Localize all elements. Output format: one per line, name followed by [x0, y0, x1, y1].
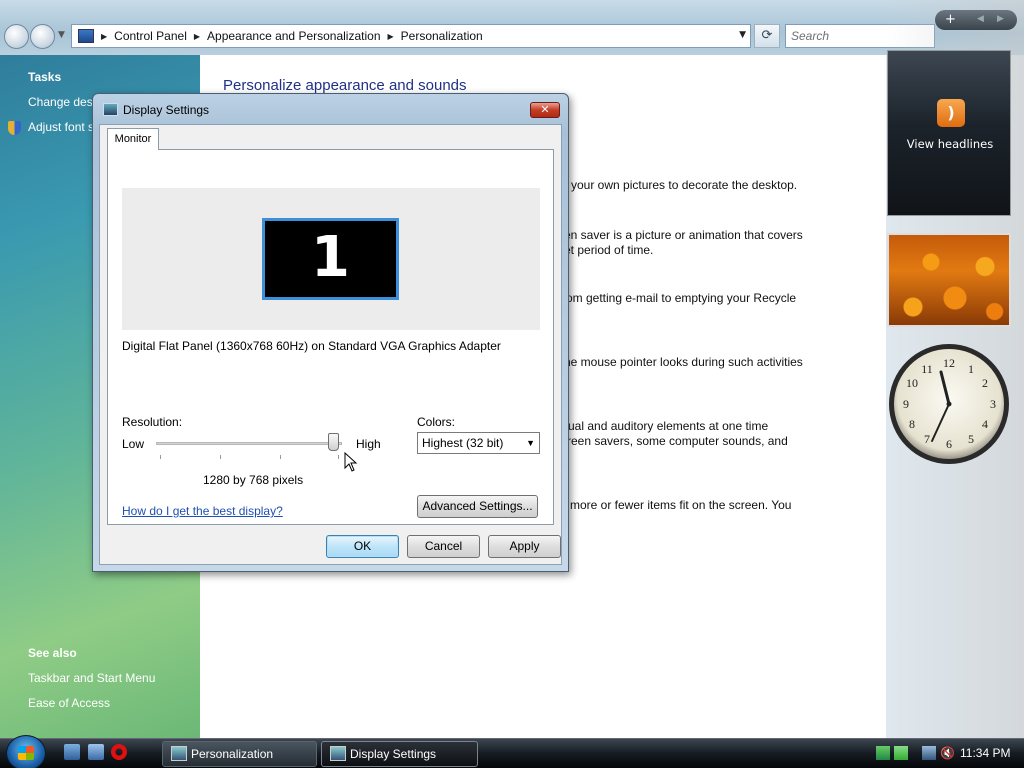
next-page-icon[interactable]: ▶	[997, 10, 1004, 29]
slider-tick	[280, 455, 281, 459]
resolution-label: Resolution:	[122, 415, 183, 429]
high-label: High	[356, 437, 381, 451]
uac-shield-icon	[8, 121, 21, 135]
dialog-body: Monitor 1 Digital Flat Panel (1360x768 6…	[99, 124, 562, 565]
svg-text:3: 3	[990, 397, 996, 411]
slider-tick	[160, 455, 161, 459]
resolution-value: 1280 by 768 pixels	[203, 473, 304, 487]
explorer-toolbar: ▼ ▶ Control Panel ▶ Appearance and Perso…	[0, 0, 1024, 55]
display-settings-dialog: Display Settings ✕ Monitor 1 Digital Fla…	[92, 93, 569, 572]
taskbar-button-label: Display Settings	[350, 747, 437, 761]
monitor-tab-panel: 1 Digital Flat Panel (1360x768 60Hz) on …	[107, 149, 554, 525]
link-ease-of-access[interactable]: Ease of Access	[28, 696, 110, 710]
add-gadget-button[interactable]: +	[945, 10, 956, 29]
windows-logo-icon	[18, 746, 34, 760]
display-settings-icon	[103, 103, 118, 116]
refresh-button[interactable]: ⟳	[754, 24, 780, 48]
control-panel-icon	[78, 29, 94, 43]
address-dropdown-icon[interactable]: ▼	[739, 30, 746, 40]
network-icon[interactable]	[876, 746, 890, 760]
desc-desktop-background: your own pictures to decorate the deskto…	[571, 178, 798, 192]
system-clock[interactable]: 11:34 PM	[960, 746, 1010, 760]
slider-tick	[338, 455, 339, 459]
monitor-preview: 1	[122, 188, 540, 330]
close-button[interactable]: ✕	[530, 102, 560, 118]
forward-button[interactable]	[30, 24, 55, 49]
low-label: Low	[122, 437, 145, 451]
desc-sounds: om getting e-mail to emptying your Recyc…	[566, 291, 797, 305]
slider-tick	[220, 455, 221, 459]
slideshow-gadget[interactable]	[887, 233, 1011, 327]
breadcrumb-arrow-icon[interactable]: ▶	[194, 32, 200, 41]
resolution-slider-thumb[interactable]	[327, 433, 339, 451]
colors-selected-value: Highest (32 bit)	[422, 436, 504, 450]
svg-text:12: 12	[943, 356, 955, 370]
apply-button[interactable]: Apply	[488, 535, 561, 558]
colors-dropdown[interactable]: Highest (32 bit) ▼	[417, 432, 540, 454]
svg-text:6: 6	[946, 437, 952, 451]
volume-muted-icon[interactable]: 🔇	[940, 746, 955, 760]
breadcrumb-control-panel[interactable]: Control Panel	[114, 29, 187, 43]
svg-text:11: 11	[921, 362, 933, 376]
previous-page-icon[interactable]: ◀	[977, 10, 984, 29]
desc-mouse-pointers: he mouse pointer looks during such activ…	[564, 355, 803, 369]
svg-text:7: 7	[924, 432, 930, 446]
colors-label: Colors:	[417, 415, 456, 429]
svg-text:2: 2	[982, 376, 988, 390]
switch-windows-icon[interactable]	[88, 744, 104, 760]
sidebar-controls: + ◀ ▶	[935, 10, 1017, 30]
see-also-heading: See also	[28, 646, 77, 660]
ok-button[interactable]: OK	[326, 535, 399, 558]
desc-display-settings: more or fewer items fit on the screen. Y…	[570, 498, 792, 512]
notification-area: 🔇 11:34 PM	[870, 740, 1024, 768]
desc-theme-2: reen savers, some computer sounds, and	[567, 434, 788, 448]
svg-text:1: 1	[968, 362, 974, 376]
desc-screen-saver: en saver is a picture or animation that …	[564, 228, 803, 242]
chevron-down-icon: ▼	[526, 438, 535, 448]
monitor-1[interactable]: 1	[262, 218, 399, 300]
taskbar-button-label: Personalization	[191, 747, 274, 761]
taskbar-personalization[interactable]: Personalization	[162, 741, 317, 767]
mouse-cursor-icon	[344, 452, 358, 472]
address-bar[interactable]: ▶ Control Panel ▶ Appearance and Persona…	[71, 24, 751, 48]
breadcrumb-arrow-icon[interactable]: ▶	[388, 32, 394, 41]
svg-text:4: 4	[982, 417, 988, 431]
desc-screen-saver-2: et period of time.	[564, 243, 654, 257]
opera-browser-icon[interactable]	[111, 744, 127, 760]
tasks-heading: Tasks	[28, 70, 62, 84]
cancel-button[interactable]: Cancel	[407, 535, 480, 558]
back-button[interactable]	[4, 24, 29, 49]
view-headlines-label[interactable]: View headlines	[888, 137, 1012, 151]
show-desktop-icon[interactable]	[64, 744, 80, 760]
svg-text:10: 10	[906, 376, 918, 390]
monitor-description: Digital Flat Panel (1360x768 60Hz) on St…	[122, 339, 501, 353]
help-link[interactable]: How do I get the best display?	[122, 504, 283, 518]
svg-text:8: 8	[909, 417, 915, 431]
breadcrumb-personalization[interactable]: Personalization	[401, 29, 483, 43]
svg-text:9: 9	[903, 397, 909, 411]
resolution-slider-track[interactable]	[156, 442, 342, 445]
connection-icon[interactable]	[922, 746, 936, 760]
advanced-settings-button[interactable]: Advanced Settings...	[417, 495, 538, 518]
display-settings-window-icon	[330, 746, 346, 761]
start-button[interactable]	[6, 735, 46, 768]
feed-headlines-gadget[interactable]: ) View headlines	[887, 50, 1011, 216]
tab-monitor[interactable]: Monitor	[107, 128, 159, 150]
security-center-icon[interactable]	[894, 746, 908, 760]
breadcrumb-arrow-icon[interactable]: ▶	[101, 32, 107, 41]
svg-text:5: 5	[968, 432, 974, 446]
recent-pages-dropdown[interactable]: ▼	[58, 30, 65, 40]
link-taskbar-start-menu[interactable]: Taskbar and Start Menu	[28, 671, 155, 685]
page-title: Personalize appearance and sounds	[223, 77, 467, 94]
dialog-title: Display Settings	[123, 103, 210, 117]
clock-gadget[interactable]: 12 12 345 678 91011	[887, 342, 1011, 466]
breadcrumb-appearance[interactable]: Appearance and Personalization	[207, 29, 380, 43]
desc-theme: ual and auditory elements at one time	[568, 419, 769, 433]
taskbar-display-settings[interactable]: Display Settings	[321, 741, 478, 767]
rss-icon: )	[937, 99, 965, 127]
personalization-window-icon	[171, 746, 187, 761]
